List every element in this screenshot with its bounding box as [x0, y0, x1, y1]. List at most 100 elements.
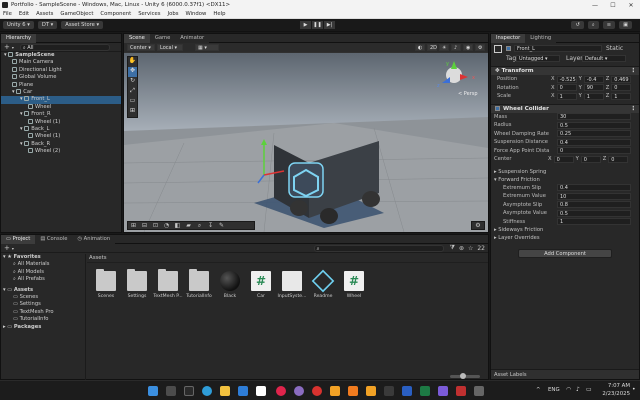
opera-icon[interactable]	[276, 386, 286, 396]
object-name-field[interactable]: Front_L	[514, 45, 602, 52]
tab-game[interactable]: Game	[149, 33, 176, 43]
property-field[interactable]: 0.4	[557, 138, 631, 146]
app-icon-4[interactable]	[456, 386, 466, 396]
center-x-field[interactable]: 0	[553, 155, 574, 163]
layer-dropdown[interactable]: Default ▾	[582, 55, 626, 62]
layers-icon[interactable]: ≡	[602, 21, 616, 29]
asset-item[interactable]: Readme	[308, 269, 338, 299]
more-options-icon[interactable]: ⋮	[630, 68, 636, 74]
light-icon[interactable]: ☀	[439, 44, 449, 51]
property-field[interactable]: 0.4	[557, 184, 631, 192]
pivot-dropdown[interactable]: Center ▾	[127, 44, 155, 51]
maximize-button[interactable]: ☐	[604, 2, 622, 9]
hierarchy-item[interactable]: ▾ Car	[1, 88, 121, 96]
vlc-icon[interactable]	[348, 386, 358, 396]
language-indicator[interactable]: ENG	[548, 387, 560, 393]
task-view-icon[interactable]	[184, 386, 194, 396]
app-icon-1[interactable]	[294, 386, 304, 396]
view-2d-button[interactable]: 2D	[427, 44, 437, 51]
hierarchy-item[interactable]: Wheel (1)	[1, 133, 121, 140]
assets-foldout[interactable]: ▾ ▭ Assets	[3, 287, 85, 294]
add-icon[interactable]: +	[4, 43, 10, 51]
asset-tree-item[interactable]: ▭ Scenes	[3, 294, 85, 301]
snap-dropdown[interactable]: ▦ ▾	[195, 44, 219, 51]
unity-hub-icon[interactable]	[256, 386, 266, 396]
unity-editor-icon[interactable]	[474, 386, 484, 396]
suspension-spring-foldout[interactable]: ▸ Suspension Spring	[491, 168, 639, 176]
history-icon[interactable]: ↺	[571, 21, 584, 29]
add-asset-icon[interactable]: +	[4, 244, 10, 252]
menu-gameobject[interactable]: GameObject	[60, 11, 93, 17]
project-search[interactable]: ⌕	[313, 244, 444, 252]
account-button[interactable]: Unity 6 ▾	[3, 21, 34, 29]
transform-x-field[interactable]: 1	[556, 92, 577, 100]
property-field[interactable]: 0.25	[557, 130, 631, 138]
zoom-slider-handle[interactable]	[460, 373, 466, 379]
zoom-slider[interactable]	[450, 373, 480, 379]
start-icon[interactable]	[148, 386, 158, 396]
favorite-item[interactable]: ⌕ All Models	[3, 269, 85, 276]
add-chevron-icon[interactable]: ▾	[12, 246, 14, 251]
asset-item[interactable]: # Wheel	[339, 271, 369, 299]
visual-studio-icon[interactable]	[438, 386, 448, 396]
asset-item[interactable]: Scenes	[91, 269, 121, 299]
close-button[interactable]: ✕	[622, 2, 640, 9]
audio-icon[interactable]: ♪	[451, 44, 461, 51]
transform-z-field[interactable]: 0	[611, 84, 632, 92]
tab-project[interactable]: ▭ Project	[1, 234, 36, 244]
property-field[interactable]: 10	[557, 192, 631, 200]
blender-icon[interactable]	[330, 386, 340, 396]
asset-item[interactable]: Black	[215, 271, 245, 299]
layout-icon[interactable]: ▣	[619, 21, 632, 29]
increment-icon[interactable]: ⊡	[150, 222, 161, 229]
sideways-friction-foldout[interactable]: ▸ Sideways Friction	[491, 226, 639, 234]
clock-time[interactable]: 7:07 AM	[602, 383, 630, 389]
pencil-icon[interactable]: ✎	[216, 222, 227, 229]
word-icon[interactable]	[402, 386, 412, 396]
menu-jobs[interactable]: Jobs	[168, 11, 179, 17]
hierarchy-item[interactable]: Directional Light	[1, 66, 121, 74]
collider-options-icon[interactable]: ⋮	[630, 106, 636, 112]
menu-services[interactable]: Services	[138, 11, 160, 17]
scene-viewport[interactable]: < Persp y x z ✋ ✥ ↻ ⤢ ▭ ⊞ ⊞ ⊟ ⊡ ◔ ◧ ▰ ⌕ …	[124, 53, 488, 232]
transform-y-field[interactable]: 1	[583, 92, 604, 100]
project-breadcrumb[interactable]: Assets	[87, 254, 488, 263]
menu-window[interactable]: Window	[185, 11, 206, 17]
forward-friction-foldout[interactable]: ▾ Forward Friction	[491, 176, 639, 184]
favorite-item[interactable]: ⌕ All Materials	[3, 261, 85, 268]
chevron-down-icon[interactable]: ▾	[12, 45, 14, 50]
edge-icon[interactable]	[202, 386, 212, 396]
tab-lighting[interactable]: Lighting	[525, 33, 557, 43]
favorites-foldout[interactable]: ▾ ★ Favorites	[3, 254, 85, 261]
rect-tool-icon[interactable]: ▭	[128, 97, 137, 107]
asset-labels-bar[interactable]: Asset Labels	[491, 369, 639, 379]
tab-animation[interactable]: ◷ Animation	[72, 234, 116, 244]
hierarchy-item[interactable]: Wheel (2)	[1, 148, 121, 155]
clock-date[interactable]: 2/23/2025	[600, 391, 630, 397]
tray-chevron-icon[interactable]: ^	[536, 387, 541, 393]
terrain-icon[interactable]: ▰	[183, 222, 194, 229]
camera-icon[interactable]: ◉	[463, 44, 473, 51]
transform-x-field[interactable]: -0.525	[556, 75, 577, 83]
play-icon[interactable]: ▶	[300, 21, 311, 29]
favorite-item[interactable]: ⌕ All Prefabs	[3, 276, 85, 283]
grid-snap-icon[interactable]: ⊞	[128, 222, 139, 229]
hierarchy-item[interactable]: ▾ Front_L	[1, 96, 121, 104]
wifi-icon[interactable]: ◠	[566, 386, 571, 393]
menu-edit[interactable]: Edit	[19, 11, 29, 17]
property-field[interactable]: 0.5	[557, 209, 631, 217]
hand-tool-icon[interactable]: ✋	[128, 57, 137, 67]
gizmos-icon[interactable]: ⚙	[475, 44, 485, 51]
rotate-tool-icon[interactable]: ↻	[128, 77, 137, 87]
asset-tree-item[interactable]: ▭ TextMesh Pro	[3, 309, 85, 316]
property-field[interactable]: 1	[557, 218, 631, 226]
tab-hierarchy[interactable]: Hierarchy	[1, 33, 37, 43]
star-icon[interactable]: ☆	[468, 245, 473, 252]
notification-icon[interactable]: •	[632, 386, 636, 393]
dt-button[interactable]: DT ▾	[37, 21, 58, 29]
hierarchy-search[interactable]: ⌕ All	[19, 43, 110, 51]
packages-foldout[interactable]: ▸ ▭ Packages	[3, 324, 85, 331]
asset-item[interactable]: # Car	[246, 271, 276, 299]
property-field[interactable]: 0.8	[557, 201, 631, 209]
transform-z-field[interactable]: 0.469	[611, 75, 632, 83]
